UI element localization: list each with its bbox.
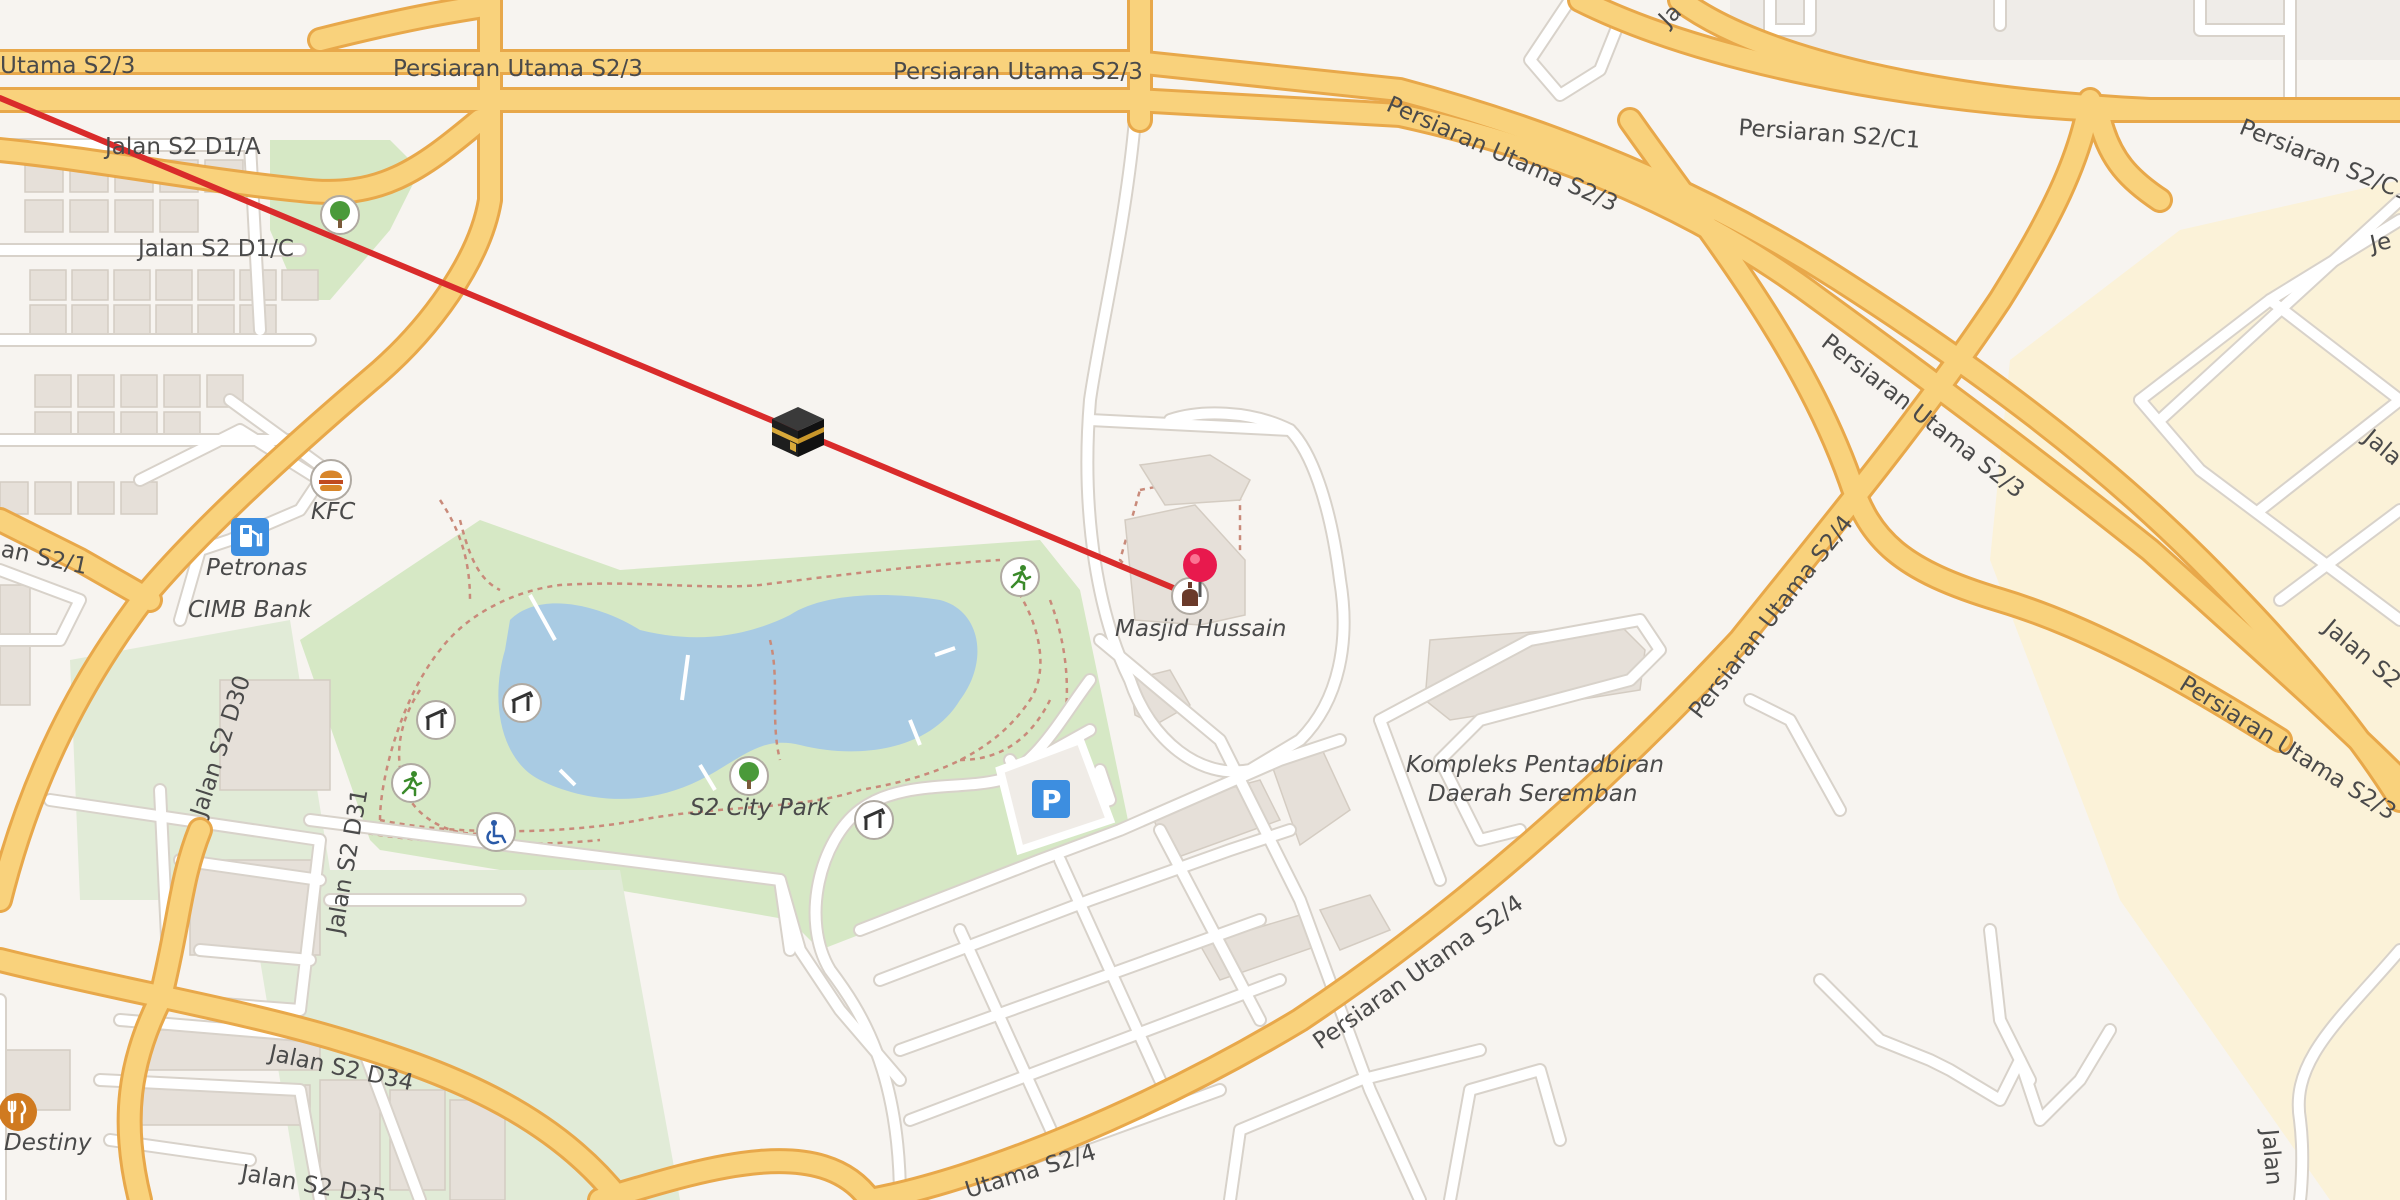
restaurant-icon[interactable] — [0, 1093, 37, 1131]
shelter-icon[interactable] — [502, 683, 542, 723]
road-label-persiaran-utama-s23-c: Persiaran Utama S2/3 — [893, 59, 1143, 85]
road-label-persiaran-utama-s23-b: Persiaran Utama S2/3 — [393, 56, 643, 82]
poi-label-kfc: KFC — [311, 499, 355, 525]
top-strip-area — [1730, 0, 2400, 60]
wheelchair-icon[interactable] — [476, 812, 516, 852]
poi-label-city-park: S2 City Park — [690, 795, 831, 821]
fuel-icon[interactable] — [231, 518, 269, 556]
burger-icon[interactable] — [310, 459, 352, 501]
map-canvas[interactable]: Utama S2/3 Persiaran Utama S2/3 Persiara… — [0, 0, 2400, 1200]
running-icon[interactable] — [391, 763, 431, 803]
parking-label: P — [1041, 784, 1062, 817]
road-label-persiaran-utama-s23-a: Utama S2/3 — [0, 53, 135, 79]
shelter-icon[interactable] — [854, 800, 894, 840]
poi-label-kompleks-line2: Daerah Seremban — [1428, 781, 1637, 807]
mosque-icon[interactable] — [1171, 577, 1209, 615]
parking-icon[interactable]: P — [1032, 780, 1070, 818]
poi-label-destiny: Destiny — [4, 1130, 92, 1156]
road-label-jalan-s2-d1c: Jalan S2 D1/C — [136, 236, 294, 262]
poi-label-petronas: Petronas — [206, 555, 307, 581]
poi-label-kompleks-line1: Kompleks Pentadbiran — [1406, 752, 1664, 778]
road-label-jalan-bottom: Jalan — [2256, 1126, 2287, 1186]
tree-icon[interactable] — [729, 756, 769, 796]
poi-label-cimb: CIMB Bank — [188, 597, 313, 623]
shelter-icon[interactable] — [416, 700, 456, 740]
poi-label-masjid: Masjid Hussain — [1115, 616, 1287, 642]
road-label-jalan-s2-d1a: Jalan S2 D1/A — [103, 134, 261, 160]
running-icon[interactable] — [1000, 557, 1040, 597]
tree-icon[interactable] — [320, 195, 360, 235]
